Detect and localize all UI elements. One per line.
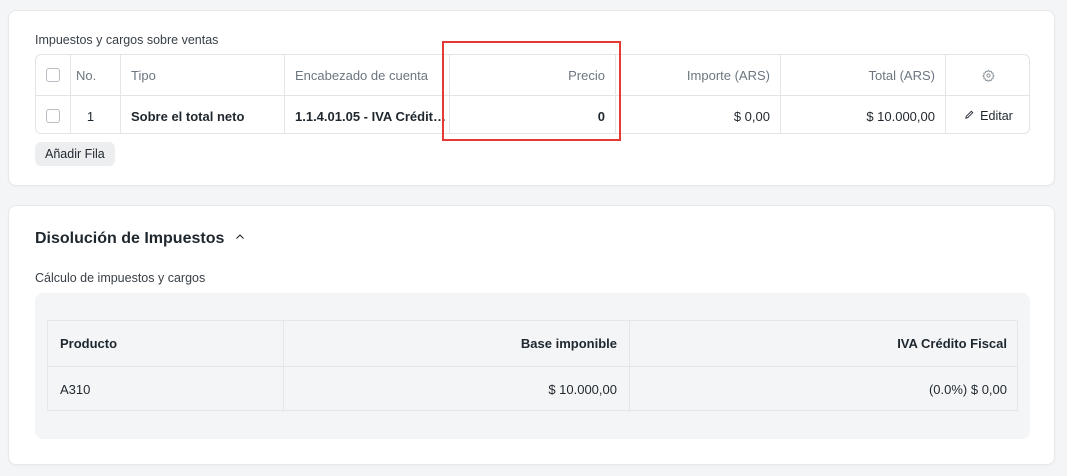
pencil-icon <box>964 109 975 123</box>
column-settings-button[interactable] <box>946 55 1029 95</box>
edit-label: Editar <box>980 109 1013 123</box>
select-all-checkbox[interactable] <box>46 68 60 82</box>
col-total: Total (ARS) <box>781 55 946 95</box>
taxes-table-header: No. Tipo Encabezado de cuenta Precio Imp… <box>36 55 1029 95</box>
row-encabezado[interactable]: 1.1.4.01.05 - IVA Crédit… <box>285 96 449 133</box>
gear-icon <box>982 69 995 82</box>
taxes-table: No. Tipo Encabezado de cuenta Precio Imp… <box>35 54 1030 134</box>
header-iva-credito: IVA Crédito Fiscal <box>897 336 1007 351</box>
cell-producto: A310 <box>48 367 284 412</box>
taxes-card: Impuestos y cargos sobre ventas No. Tipo… <box>8 10 1055 186</box>
select-all-cell <box>36 55 71 95</box>
breakdown-sublabel: Cálculo de impuestos y cargos <box>35 271 206 285</box>
row-checkbox[interactable] <box>46 109 60 123</box>
cell-iva-credito: (0.0%) $ 0,00 <box>928 382 1007 397</box>
breakdown-card: Disolución de Impuestos Cálculo de impue… <box>8 205 1055 465</box>
col-importe: Importe (ARS) <box>616 55 781 95</box>
col-no: No. <box>71 55 121 95</box>
row-select-cell <box>36 96 71 133</box>
breakdown-section-header[interactable]: Disolución de Impuestos <box>35 230 246 248</box>
table-row[interactable]: 1 Sobre el total neto 1.1.4.01.05 - IVA … <box>36 95 1029 133</box>
row-precio[interactable]: 0 <box>449 96 616 133</box>
breakdown-header-row: Producto Base imponible IVA Crédito Fisc… <box>48 321 1017 366</box>
chevron-up-icon[interactable] <box>234 230 246 248</box>
table-row: A310 $ 10.000,00 (0.0%) $ 0,00 <box>48 366 1017 412</box>
breakdown-panel: Producto Base imponible IVA Crédito Fisc… <box>35 293 1030 439</box>
breakdown-table: Producto Base imponible IVA Crédito Fisc… <box>47 320 1018 412</box>
row-tipo[interactable]: Sobre el total neto <box>121 96 285 133</box>
row-total[interactable]: $ 10.000,00 <box>781 96 946 133</box>
taxes-section-label: Impuestos y cargos sobre ventas <box>35 33 219 47</box>
breakdown-title: Disolución de Impuestos <box>35 230 225 247</box>
col-precio: Precio <box>449 55 616 95</box>
col-tipo: Tipo <box>121 55 285 95</box>
col-encabezado: Encabezado de cuenta <box>295 67 428 83</box>
edit-button-content: Editar <box>964 109 1013 123</box>
header-producto: Producto <box>48 321 284 366</box>
edit-row-button[interactable]: Editar <box>946 96 1029 133</box>
row-no: 1 <box>71 96 121 133</box>
cell-base-imponible: $ 10.000,00 <box>284 367 630 412</box>
add-row-button[interactable]: Añadir Fila <box>35 142 115 166</box>
header-base-imponible: Base imponible <box>284 321 630 366</box>
row-importe[interactable]: $ 0,00 <box>616 96 781 133</box>
